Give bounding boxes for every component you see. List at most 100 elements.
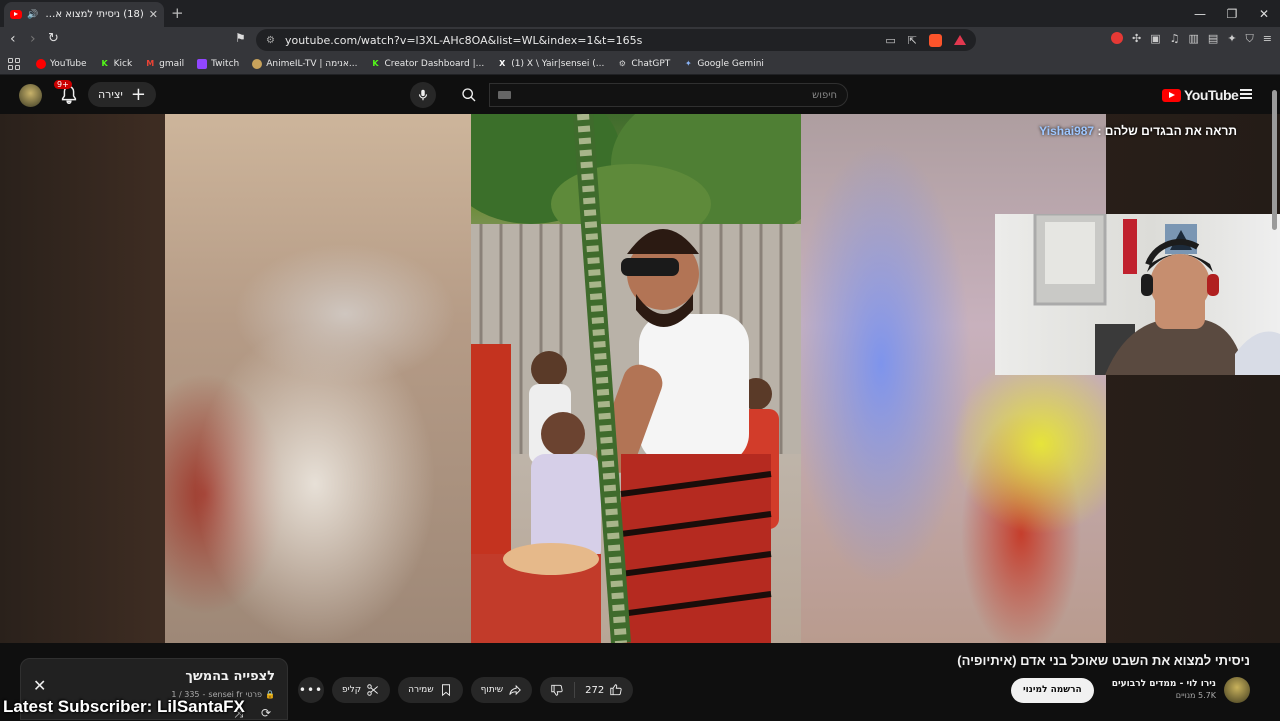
video-player[interactable]: תראה את הבגדים שלהם : Yishai987 (0, 114, 1280, 643)
bookmark-gemini[interactable]: ✦ Google Gemini (683, 59, 764, 69)
gemini-icon: ✦ (684, 58, 692, 68)
latest-subscriber-overlay: Latest Subscriber: LilSantaFX (3, 697, 245, 716)
video-actions: ••• קליפ שמירה שיתוף 272 (298, 677, 634, 703)
search-input[interactable]: חיפוש (489, 83, 848, 107)
bookmark-chatgpt[interactable]: ⚙ ChatGPT (617, 58, 671, 69)
bookmark-youtube[interactable]: YouTube (36, 58, 87, 69)
cast-icon[interactable]: ▭ (885, 34, 895, 47)
back-icon[interactable]: ‹ (10, 31, 16, 47)
keyboard-icon[interactable] (498, 91, 511, 99)
share-button[interactable]: שיתוף (470, 677, 533, 703)
video-blurred-left-background (165, 114, 471, 643)
scissors-icon (367, 684, 379, 696)
ai-icon[interactable]: ✦ (1227, 32, 1236, 46)
speaker-icon[interactable]: 🔊 (27, 10, 38, 20)
new-tab-button[interactable]: + (171, 4, 184, 22)
bookmark-page-icon[interactable]: ⚑ (235, 31, 246, 45)
brave-shields-icon[interactable] (929, 33, 942, 47)
youtube-play-icon (1162, 88, 1181, 102)
close-window-icon[interactable]: ✕ (1248, 0, 1280, 27)
kick-icon: K (101, 58, 108, 68)
save-button[interactable]: שמירה (398, 677, 463, 703)
video-title: ניסיתי למצוא את השבט שאוכל בני אדם (איתי… (957, 653, 1250, 668)
extensions-icon[interactable]: ✣ (1132, 32, 1141, 46)
reload-icon[interactable]: ↻ (48, 31, 59, 46)
like-button[interactable]: 272 (574, 682, 633, 698)
playlist-title[interactable]: לצפייה בהמשך (185, 669, 275, 684)
browser-tab-bar: 🔊 (18) ניסיתי למצוא את השבט שאוכל בני אד… (0, 0, 1280, 27)
media-icon[interactable]: ♫ (1170, 32, 1180, 46)
lock-icon: 🔒 (265, 690, 275, 699)
video-frame (471, 114, 801, 643)
wallet-icon[interactable]: ▤ (1208, 32, 1218, 46)
plus-icon: + (130, 83, 146, 105)
overlay-username: Yishai987 (1039, 124, 1095, 138)
window-controls: — ❐ ✕ (1184, 0, 1280, 27)
browser-tab[interactable]: 🔊 (18) ניסיתי למצוא את השבט שאוכל בני אד… (4, 2, 164, 27)
share-page-icon[interactable]: ⇱ (908, 34, 917, 47)
bookmark-x[interactable]: X (1) X \ Yair|sensei (... (497, 59, 604, 69)
extensions-area: ✣ ▣ ♫ ▥ ▤ ✦ ⛉ ≡ (1111, 32, 1272, 46)
recording-extension-icon[interactable] (1111, 32, 1123, 44)
brave-rewards-icon[interactable] (954, 35, 966, 45)
streamer-webcam (995, 214, 1280, 375)
browser-nav-bar: ‹ › ↻ ⚑ ⚙ youtube.com/watch?v=l3XL-AHc8O… (0, 27, 1280, 53)
search-button[interactable] (449, 82, 489, 108)
vpn-icon[interactable]: ⛉ (1246, 32, 1254, 46)
guide-menu-icon[interactable] (1240, 89, 1252, 99)
gmail-icon: M (146, 58, 155, 68)
screenshot-icon[interactable]: ▣ (1150, 32, 1160, 46)
subscribe-button[interactable]: הרשמה למינוי (1011, 677, 1094, 703)
forward-icon[interactable]: › (30, 31, 36, 47)
site-info-icon[interactable]: ⚙ (266, 35, 275, 46)
share-label: שיתוף (480, 685, 504, 695)
minimize-icon[interactable]: — (1184, 0, 1216, 27)
chatgpt-icon: ⚙ (618, 58, 626, 68)
x-icon: X (499, 58, 506, 68)
youtube-logo[interactable]: YouTube (1162, 87, 1239, 103)
page-scrollbar[interactable] (1272, 90, 1277, 230)
bookmark-creator-dashboard[interactable]: K Creator Dashboard |... (370, 59, 484, 69)
animeil-icon (252, 58, 263, 69)
thumbs-down-icon (551, 684, 563, 696)
bookmarks-bar: YouTube K Kick Mgmail Twitch AnimeIL-TV |… (0, 53, 1280, 75)
bookmark-animeil[interactable]: AnimeIL-TV | אנימה... (252, 58, 357, 69)
youtube-icon (36, 58, 46, 69)
create-label: יצירה (98, 88, 123, 101)
microphone-icon (418, 89, 428, 101)
sidebar-icon[interactable]: ▥ (1189, 32, 1199, 46)
voice-search-button[interactable] (410, 82, 436, 108)
address-bar[interactable]: ⚙ youtube.com/watch?v=l3XL-AHc8OA&list=W… (256, 29, 976, 51)
bookmark-kick[interactable]: K Kick (100, 59, 133, 69)
bookmark-twitch[interactable]: Twitch (197, 58, 239, 69)
clip-button[interactable]: קליפ (332, 677, 391, 703)
save-label: שמירה (408, 685, 434, 695)
twitch-icon (197, 58, 208, 69)
thumbs-up-icon (610, 684, 622, 696)
like-count: 272 (585, 684, 605, 696)
notifications-badge: 9+ (54, 80, 72, 89)
notifications-button[interactable]: 9+ (54, 80, 80, 106)
create-button[interactable]: יצירה + (88, 82, 156, 107)
channel-name[interactable]: נירו לוי - ממדים לרבועים (1112, 678, 1216, 690)
channel-avatar[interactable] (1224, 677, 1250, 703)
search-placeholder: חיפוש (812, 89, 837, 101)
url-text[interactable]: youtube.com/watch?v=l3XL-AHc8OA&list=WL&… (285, 34, 642, 47)
restore-icon[interactable]: ❐ (1216, 0, 1248, 27)
video-frame-scene (471, 114, 801, 643)
apps-grid-icon[interactable] (8, 57, 20, 70)
account-avatar[interactable] (19, 84, 42, 107)
webcam-scene (1033, 214, 1280, 375)
menu-icon[interactable]: ≡ (1263, 32, 1272, 46)
close-tab-icon[interactable]: ✕ (149, 8, 158, 21)
tab-title: (18) ניסיתי למצוא את השבט שאוכל בני אדם (43, 9, 144, 20)
clip-label: קליפ (342, 685, 362, 695)
loop-icon[interactable]: ⟳ (261, 706, 271, 720)
search-icon (462, 88, 476, 102)
bookmark-gmail[interactable]: Mgmail (145, 59, 184, 69)
close-playlist-icon[interactable]: ✕ (33, 676, 46, 695)
dislike-button[interactable] (540, 683, 574, 697)
subscriber-count: 5.7K מנויים (1175, 691, 1216, 700)
more-actions-button[interactable]: ••• (298, 677, 324, 703)
channel-row: נירו לוי - ממדים לרבועים 5.7K מנויים הרש… (1011, 675, 1250, 705)
